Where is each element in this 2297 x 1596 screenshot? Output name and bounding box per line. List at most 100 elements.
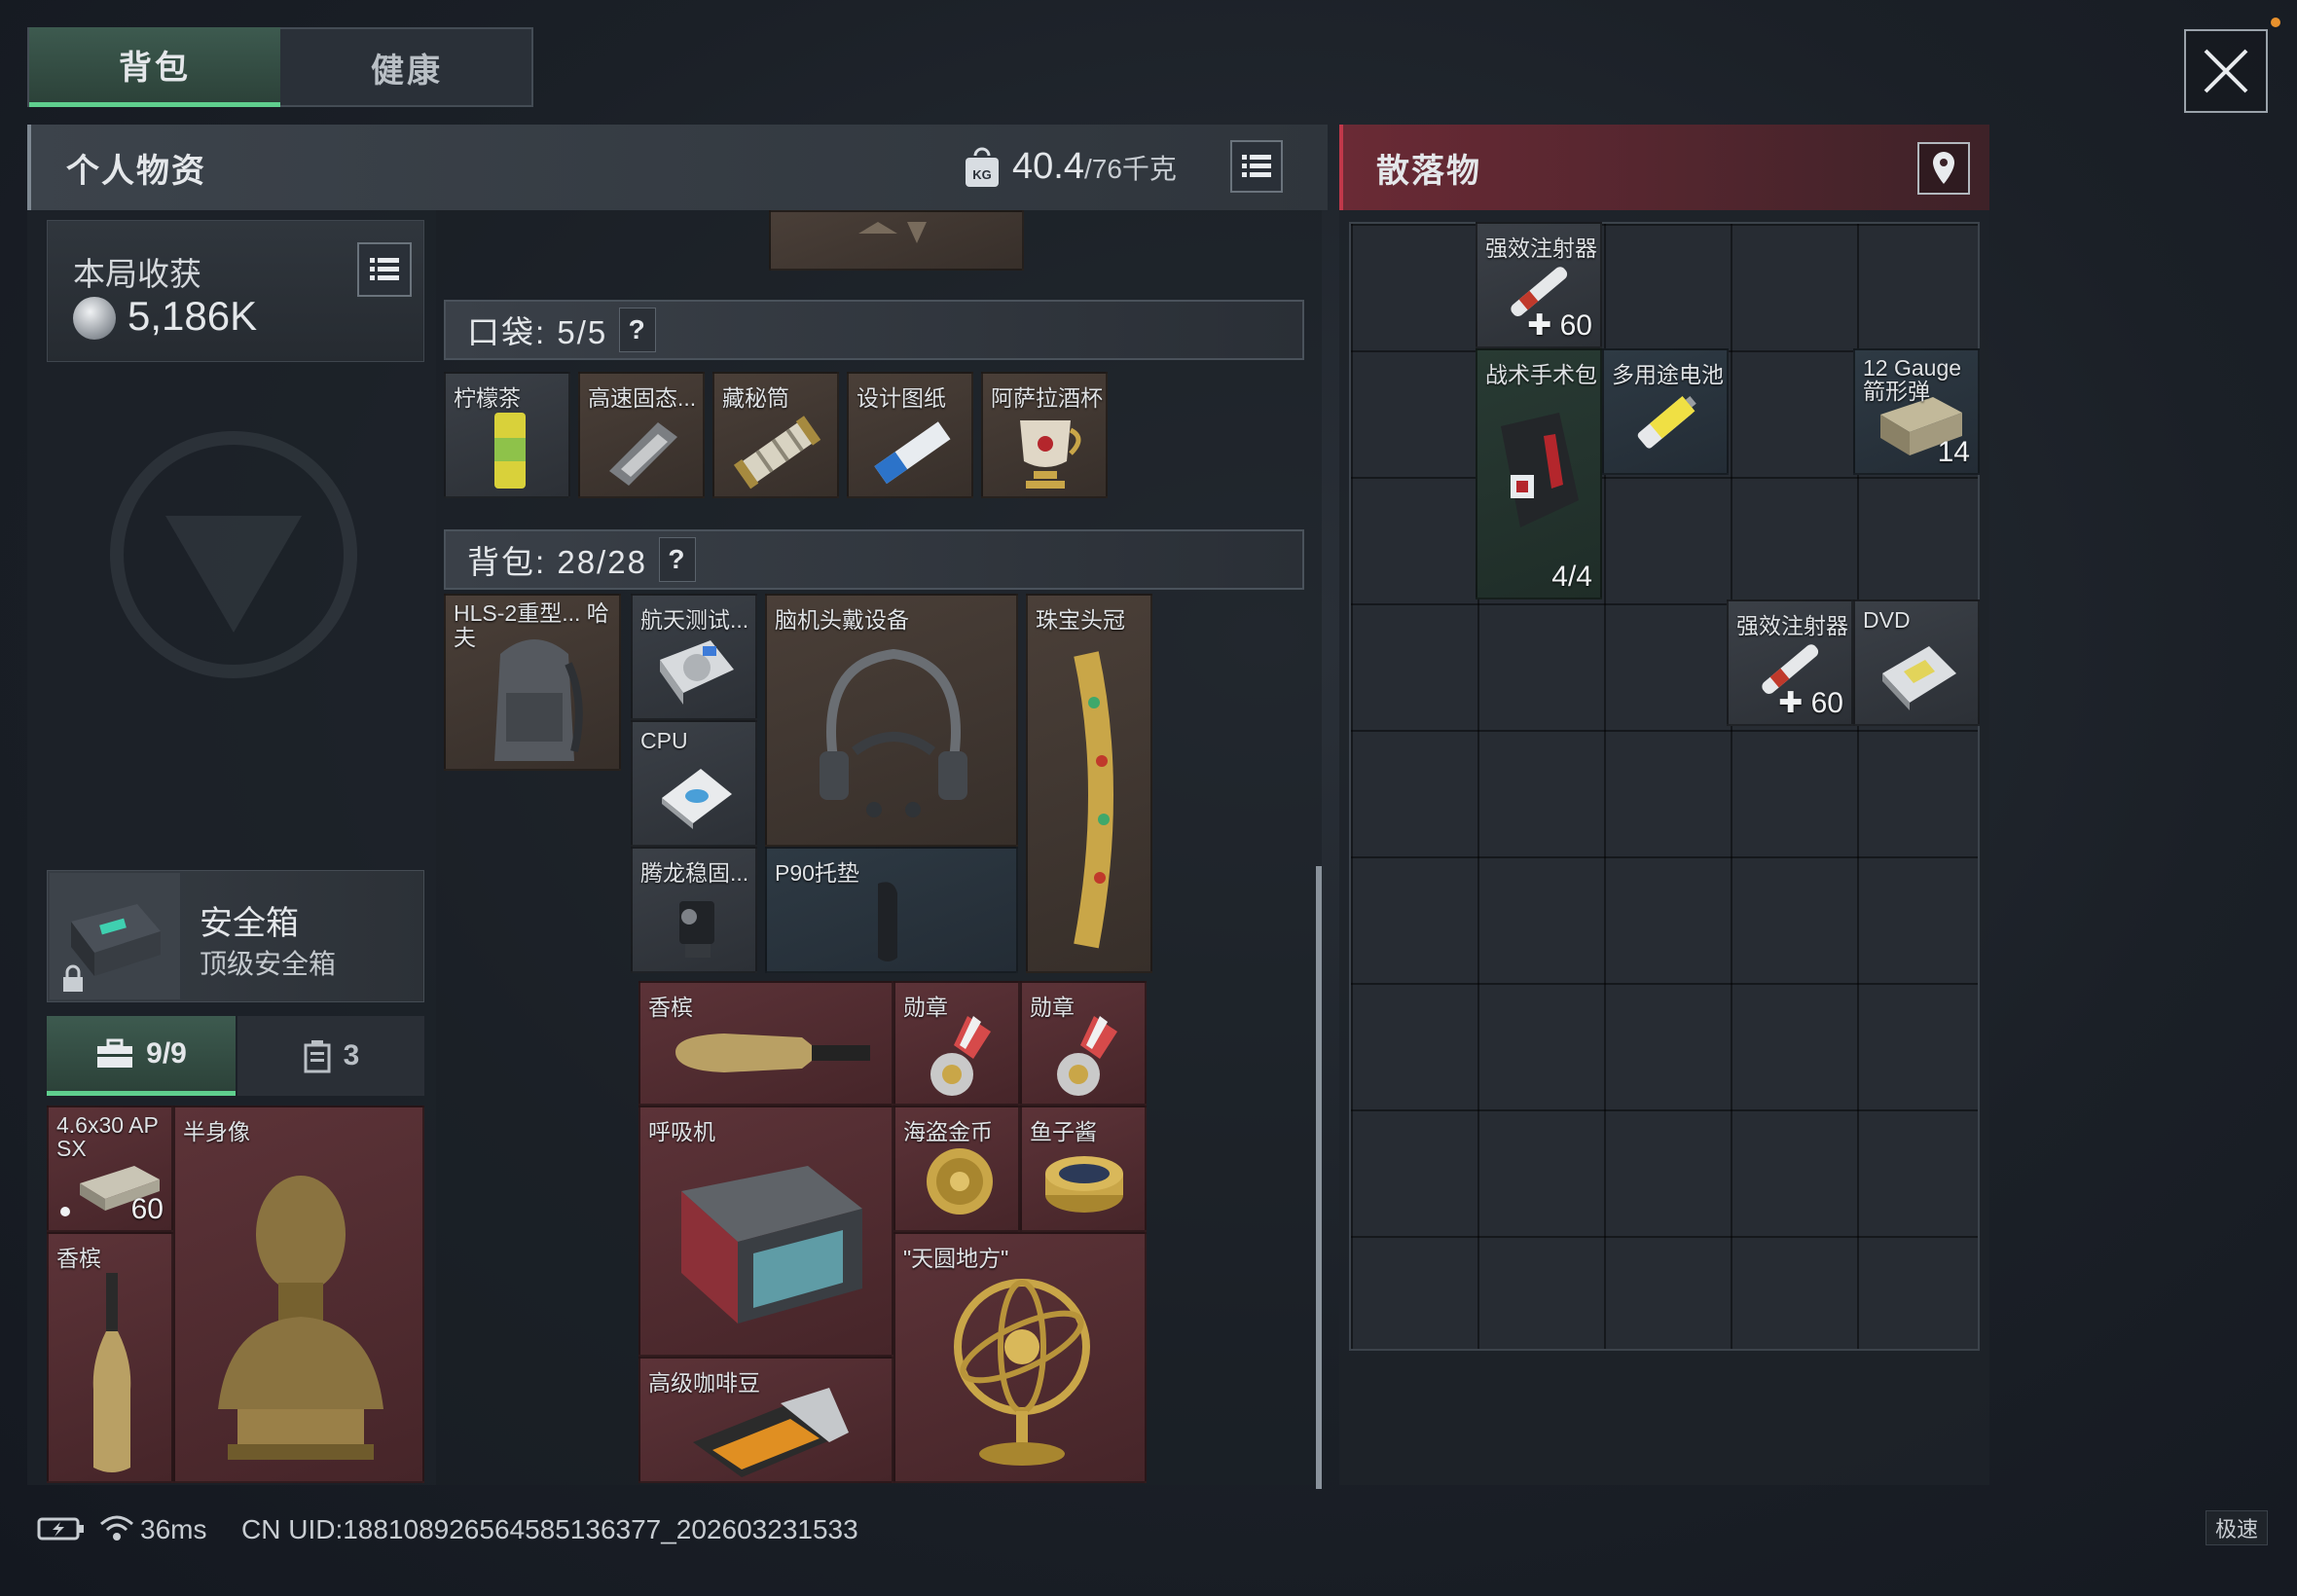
safebox-tab-main[interactable]: 9/9 [47, 1016, 236, 1096]
item-label: 香槟 [56, 1246, 101, 1271]
loot-item-injector-2[interactable]: 强效注射器 ✚ 60 [1727, 599, 1853, 726]
backpack-item-respirator[interactable]: 呼吸机 [638, 1106, 893, 1357]
item-count: 60 [130, 1193, 164, 1225]
cryptex-icon [733, 416, 821, 490]
lock-icon [61, 964, 85, 994]
pocket-item-goblet[interactable]: 阿萨拉酒杯 [981, 372, 1108, 498]
backpack-label: 背包: 28/28 [467, 544, 647, 580]
tab-backpack[interactable]: 背包 [29, 27, 280, 107]
notification-dot [2271, 18, 2280, 27]
item-label: 强效注射器 [1485, 236, 1597, 261]
briefcase-icon [97, 1038, 133, 1068]
backpack-item-aero-test[interactable]: 航天测试... [631, 594, 757, 720]
backpack-item-pirate-coin[interactable]: 海盗金币 [893, 1106, 1020, 1232]
safebox-tab-other[interactable]: 3 [237, 1016, 424, 1096]
wifi-icon [99, 1512, 134, 1543]
item-label: CPU [640, 728, 688, 753]
item-label: 设计图纸 [857, 385, 946, 411]
mount-icon [679, 901, 714, 958]
dvd-case-icon [1882, 646, 1956, 710]
backpack-help-button[interactable]: ? [658, 537, 696, 582]
item-label: 鱼子酱 [1030, 1119, 1097, 1144]
headset-icon [820, 648, 967, 817]
safebox-tab-count: 9/9 [146, 1036, 187, 1070]
pocket-header: 口袋: 5/5 ? [444, 300, 1304, 360]
backpack-item-tenglong[interactable]: 腾龙稳固... [631, 847, 757, 973]
loot-item-12-gauge[interactable]: 12 Gauge 箭形弹 14 [1853, 348, 1980, 475]
safebox-tab-other-count: 3 [343, 1039, 360, 1071]
scrollbar[interactable] [1316, 866, 1322, 1489]
loot-item-injector-1[interactable]: 强效注射器 ✚ 60 [1476, 222, 1602, 348]
safebox-item-champagne[interactable]: 香槟 [47, 1232, 173, 1483]
weight-readout: 40.4 /76千克 [1012, 146, 1177, 189]
backpack-item-caviar[interactable]: 鱼子酱 [1020, 1106, 1147, 1232]
personal-title: 个人物资 [66, 152, 206, 190]
uid-text: CN UID:188108926564585136377_20260323153… [241, 1514, 858, 1544]
item-label: 藏秘筒 [722, 385, 789, 411]
safebox-item-bust[interactable]: 半身像 [173, 1106, 424, 1483]
close-icon [2204, 49, 2248, 93]
weight-current: 40.4 [1012, 146, 1084, 187]
respirator-icon [681, 1166, 862, 1324]
safebox-item-ammo[interactable]: 4.6x30 AP SX 60 [47, 1106, 173, 1232]
close-button[interactable] [2184, 29, 2268, 113]
item-count-value: 60 [1559, 309, 1592, 342]
item-label: 柠檬茶 [454, 385, 521, 411]
item-label: 航天测试... [640, 607, 749, 633]
safebox-panel[interactable]: 安全箱 顶级安全箱 [47, 870, 424, 1002]
backpack-item-medal-1[interactable]: 勋章 [893, 981, 1020, 1106]
backpack-item-champagne[interactable]: 香槟 [638, 981, 893, 1106]
armillary-globe-icon [954, 1279, 1090, 1466]
pocket-item-blueprint[interactable]: 设计图纸 [847, 372, 973, 498]
blueprint-icon [874, 421, 951, 485]
loot-item-medkit[interactable]: 战术手术包 4/4 [1476, 348, 1602, 599]
loot-locate-button[interactable] [1917, 142, 1970, 195]
item-label: 半身像 [183, 1119, 250, 1144]
backpack-item-coffee[interactable]: 高级咖啡豆 [638, 1357, 893, 1483]
tab-health[interactable]: 健康 [282, 27, 531, 107]
personal-list-button[interactable] [1230, 140, 1283, 193]
harvest-value: 5,186K [128, 293, 258, 339]
pocket-item-cryptex[interactable]: 藏秘筒 [712, 372, 839, 498]
equipped-item[interactable] [769, 210, 1024, 271]
weight-badge-text: KG [972, 167, 992, 182]
champagne-bottle-icon [92, 1273, 131, 1472]
backpack-item-p90[interactable]: P90托垫 [765, 847, 1018, 973]
item-label: "天圆地方" [903, 1246, 1009, 1271]
pocket-item-lemon-tea[interactable]: 柠檬茶 [444, 372, 570, 498]
disk-drive-icon [660, 640, 734, 705]
backpack-item-headset[interactable]: 脑机头戴设备 [765, 594, 1018, 847]
item-count: ✚ 60 [1527, 308, 1592, 343]
item-label: DVD [1863, 607, 1911, 633]
loot-item-dvd[interactable]: DVD [1853, 599, 1980, 726]
medal-icon [930, 1016, 991, 1096]
backpack-header: 背包: 28/28 ? [444, 529, 1304, 590]
item-label: 勋章 [1030, 995, 1075, 1020]
pocket-item-ssd[interactable]: 高速固态... [578, 372, 705, 498]
case-icon [304, 1040, 331, 1073]
backpack-item-bag[interactable]: HLS-2重型... 哈夫 [444, 594, 621, 771]
item-label: HLS-2重型... 哈夫 [454, 600, 609, 650]
item-label: 4.6x30 AP SX [56, 1112, 159, 1161]
weight-badge-icon: KG [964, 146, 1001, 189]
plus-icon: ✚ [1778, 687, 1804, 719]
item-label: P90托垫 [775, 860, 859, 886]
backpack-item-cpu[interactable]: CPU [631, 720, 757, 847]
item-count-value: 60 [1810, 687, 1843, 719]
coin-icon [73, 297, 116, 340]
lemon-tea-icon [494, 413, 526, 489]
item-label: 阿萨拉酒杯 [991, 385, 1103, 411]
backpack-item-crown[interactable]: 珠宝头冠 [1026, 594, 1152, 973]
item-label: 脑机头戴设备 [775, 607, 909, 633]
battery-status-icon [37, 1516, 86, 1542]
weight-max: /76千克 [1083, 154, 1177, 184]
pocket-help-button[interactable]: ? [619, 308, 657, 352]
item-count: 4/4 [1551, 561, 1592, 593]
faction-emblem-icon [97, 418, 370, 691]
backpack-item-globe[interactable]: "天圆地方" [893, 1232, 1147, 1483]
loot-item-battery[interactable]: 多用途电池 [1602, 348, 1729, 475]
backpack-item-medal-2[interactable]: 勋章 [1020, 981, 1147, 1106]
item-label: 高速固态... [588, 385, 697, 411]
harvest-list-button[interactable] [357, 242, 412, 297]
item-count: 14 [1937, 436, 1970, 468]
